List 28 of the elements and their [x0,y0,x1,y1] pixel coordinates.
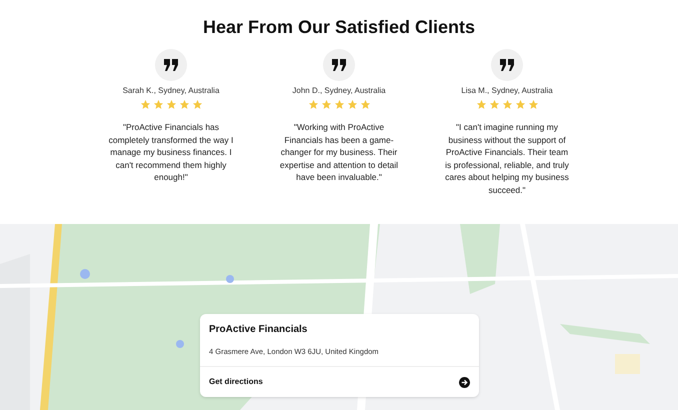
testimonial-quote: "I can't imagine running my business without the support of ProActive Financials. Their team is professional, reliable, and truly cares about helping my business succeed." [444,121,570,196]
star-icon [502,99,512,110]
testimonial-quote: "ProActive Financials has completely transformed the way I manage my business finances. I can't recommend them highly enough!" [108,121,234,184]
star-icon [514,99,526,110]
star-icon [140,99,150,110]
client-name: John D., Sydney, Australia [292,85,386,97]
business-name: ProActive Financials [208,323,308,337]
star-icon [476,99,486,110]
star-icon [192,99,202,110]
star-icon [360,99,370,110]
star-icon [346,99,358,110]
star-icon [320,99,332,110]
client-name: Sarah K., Sydney, Australia [122,85,220,97]
quote-icon [155,49,187,81]
section-heading: Hear From Our Satisfied Clients [202,16,476,39]
star-icon [152,99,164,110]
quote-icon [323,49,355,81]
star-icon [334,99,344,110]
testimonial-quote: "Working with ProActive Financials has been a game-changer for my business. Their expertise and attention to detail have been invaluable." [278,121,400,184]
client-name: Lisa M., Sydney, Australia [461,85,553,97]
star-icon [166,99,176,110]
star-icon [488,99,500,110]
star-icon [178,99,190,110]
arrow-icon [459,376,470,388]
star-icon [308,99,318,110]
star-icon [528,99,538,110]
directions-link[interactable]: Get directions [200,367,479,398]
quote-icon [491,49,523,81]
